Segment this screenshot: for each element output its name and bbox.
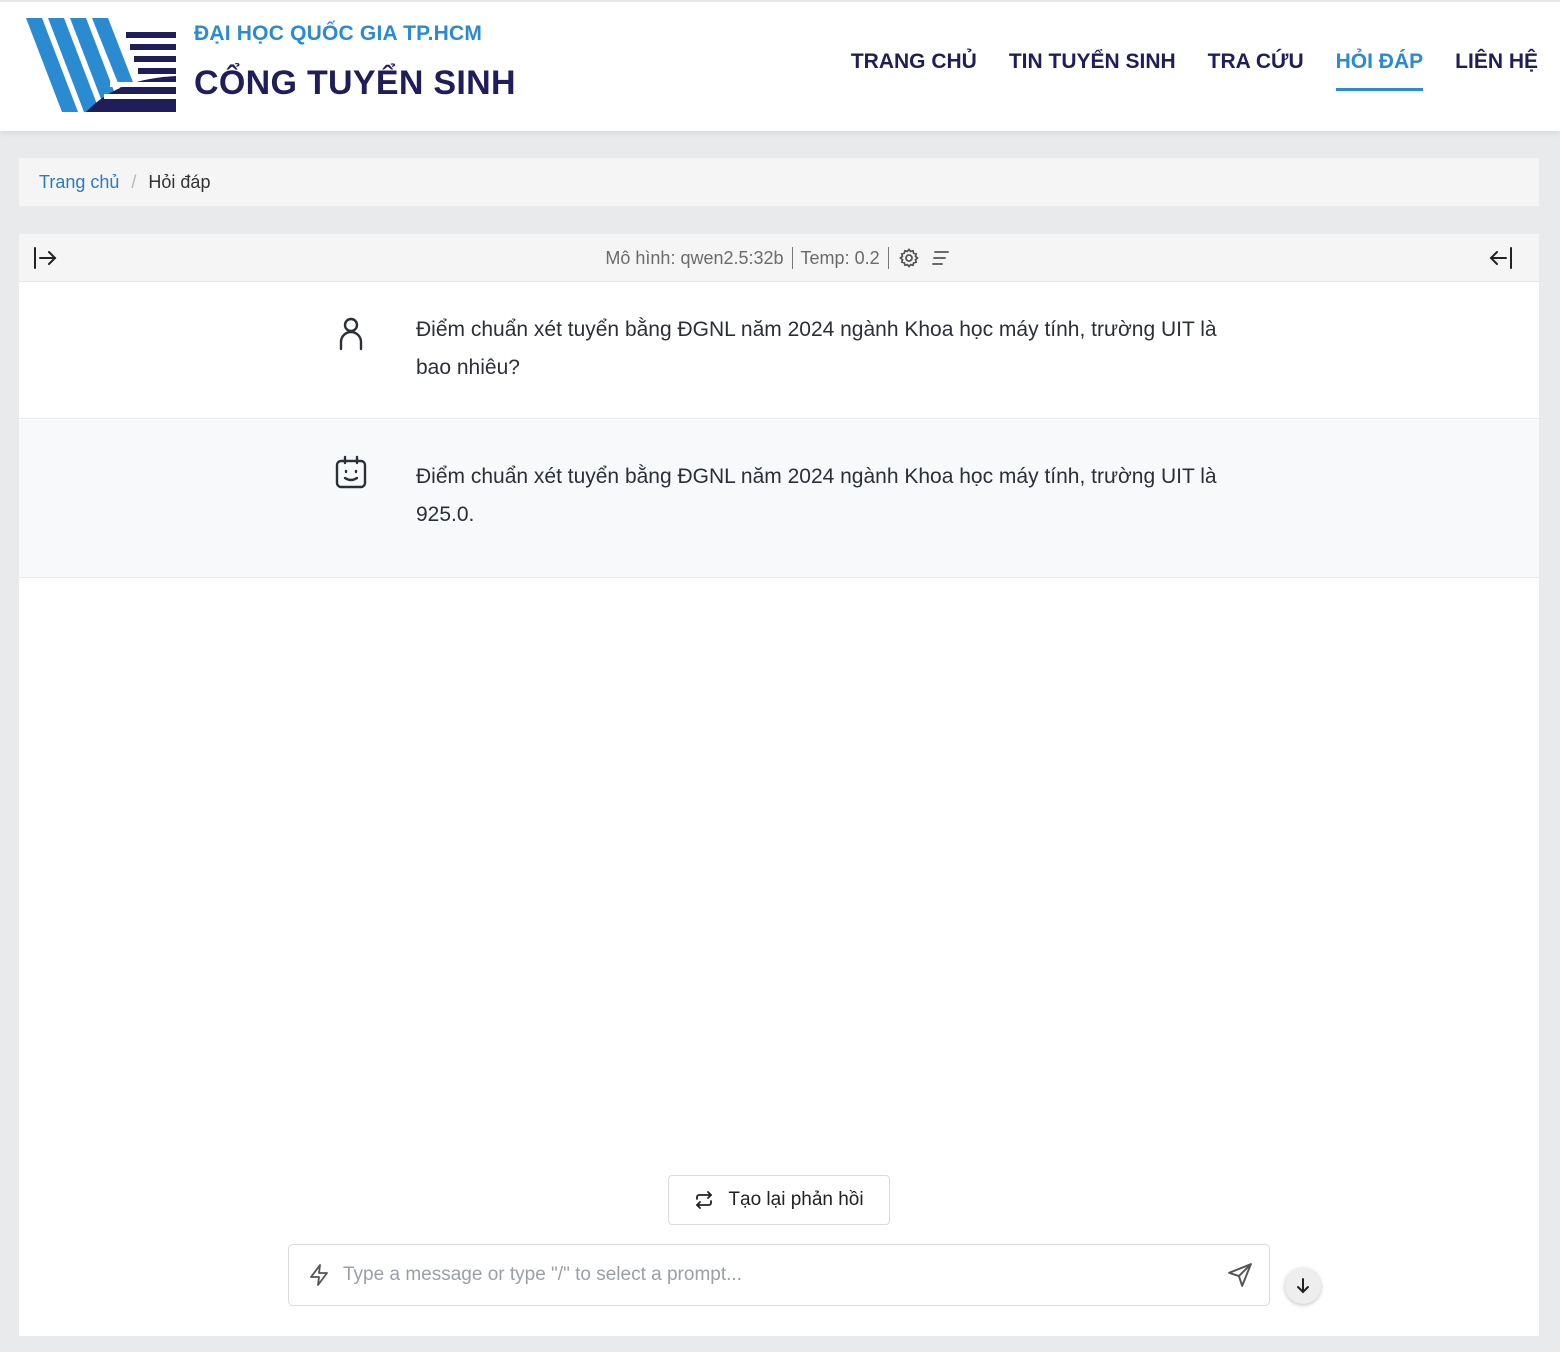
message-input[interactable] <box>343 1245 1203 1305</box>
chat-panel: Mô hình: qwen2.5:32b Temp: 0.2 Điểm chuẩ… <box>19 234 1539 1336</box>
arrow-down-icon <box>1297 1278 1309 1294</box>
gear-icon[interactable] <box>897 246 921 270</box>
brand-portal-title[interactable]: CỔNG TUYỂN SINH <box>194 64 516 103</box>
model-label: Mô hình: qwen2.5:32b <box>605 247 784 268</box>
toolbar-divider <box>887 247 889 269</box>
send-icon[interactable] <box>1227 1262 1253 1288</box>
model-info: Mô hình: qwen2.5:32b Temp: 0.2 <box>19 234 1539 282</box>
bot-icon <box>335 455 367 489</box>
user-message-text: Điểm chuẩn xét tuyển bằng ĐGNL năm 2024 … <box>416 318 1217 379</box>
bolt-icon[interactable] <box>307 1263 331 1287</box>
assistant-message-text: Điểm chuẩn xét tuyển bằng ĐGNL năm 2024 … <box>416 465 1217 526</box>
breadcrumb-home-link[interactable]: Trang chủ <box>39 172 119 193</box>
toolbar-divider <box>791 247 793 269</box>
breadcrumb-separator: / <box>131 171 137 192</box>
breadcrumb-current: Hỏi đáp <box>148 171 211 192</box>
regenerate-button[interactable]: Tạo lại phản hồi <box>668 1175 890 1225</box>
nav-item-contact[interactable]: LIÊN HỆ <box>1455 50 1538 91</box>
scroll-down-button[interactable] <box>1285 1268 1321 1304</box>
nav-item-qa[interactable]: HỎI ĐÁP <box>1335 50 1424 91</box>
regenerate-icon <box>696 1191 713 1209</box>
nav-item-home[interactable]: TRANG CHỦ <box>851 50 977 91</box>
breadcrumb: Trang chủ / Hỏi đáp <box>19 158 1539 206</box>
temperature-label: Temp: 0.2 <box>800 247 880 268</box>
nav-item-admission-news[interactable]: TIN TUYỂN SINH <box>1009 50 1176 91</box>
brand-university-name: ĐẠI HỌC QUỐC GIA TP.HCM <box>194 22 483 45</box>
vnu-logo-icon[interactable] <box>26 16 176 116</box>
user-message: Điểm chuẩn xét tuyển bằng ĐGNL năm 2024 … <box>19 283 1539 419</box>
regenerate-label: Tạo lại phản hồi <box>728 1189 864 1210</box>
message-input-box <box>288 1244 1270 1306</box>
site-header: ĐẠI HỌC QUỐC GIA TP.HCM CỔNG TUYỂN SINH … <box>0 0 1560 131</box>
collapse-panel-icon[interactable] <box>1487 244 1515 272</box>
expand-sidebar-icon[interactable] <box>31 244 59 272</box>
nav-item-lookup[interactable]: TRA CỨU <box>1208 50 1304 91</box>
chat-toolbar: Mô hình: qwen2.5:32b Temp: 0.2 <box>19 234 1539 282</box>
text-align-icon[interactable] <box>929 246 953 270</box>
assistant-message: Điểm chuẩn xét tuyển bằng ĐGNL năm 2024 … <box>19 420 1539 578</box>
user-icon <box>339 317 363 351</box>
main-nav: TRANG CHỦ TIN TUYỂN SINH TRA CỨU HỎI ĐÁP… <box>851 50 1538 91</box>
